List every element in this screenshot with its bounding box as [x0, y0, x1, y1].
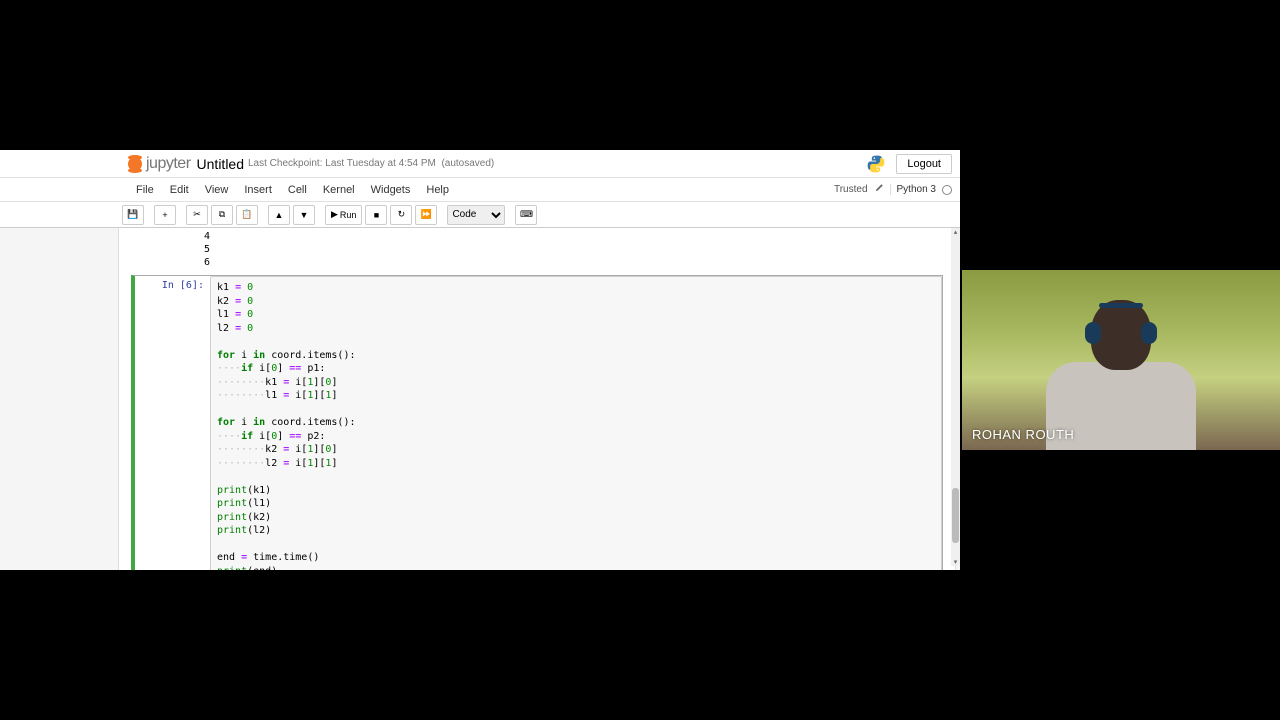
webcam-overlay: ROHAN ROUTH — [962, 270, 1280, 450]
plus-icon: + — [162, 210, 167, 220]
move-up-button[interactable]: ▲ — [268, 205, 290, 225]
arrow-down-icon: ▼ — [300, 210, 309, 220]
scissors-icon: ✂ — [193, 209, 201, 220]
kernel-status-icon — [942, 185, 952, 195]
menu-file[interactable]: File — [128, 182, 162, 198]
paste-icon: 📋 — [241, 209, 252, 220]
move-down-button[interactable]: ▼ — [293, 205, 315, 225]
header-bar: jupyter Untitled Last Checkpoint: Last T… — [0, 150, 960, 178]
stop-icon: ■ — [374, 210, 379, 220]
restart-run-all-button[interactable]: ⏩ — [415, 205, 437, 225]
cut-button[interactable]: ✂ — [186, 205, 208, 225]
menu-widgets[interactable]: Widgets — [363, 182, 419, 198]
code-cell[interactable]: In [6]: k1 = 0 k2 = 0 l1 = 0 l2 = 0 for … — [131, 275, 943, 570]
jupyter-logo-text: jupyter — [146, 155, 191, 173]
logout-button[interactable]: Logout — [896, 154, 952, 174]
copy-icon: ⧉ — [219, 209, 225, 220]
menu-cell[interactable]: Cell — [280, 182, 315, 198]
overlay-presenter-name: ROHAN ROUTH — [972, 427, 1074, 442]
command-palette-button[interactable]: ⌨ — [515, 205, 537, 225]
cell-prompt: In [6]: — [135, 276, 210, 570]
celltype-select[interactable]: Code — [447, 205, 505, 225]
arrow-up-icon: ▲ — [275, 210, 284, 220]
notebook-title[interactable]: Untitled — [197, 156, 244, 172]
restart-button[interactable]: ↻ — [390, 205, 412, 225]
checkpoint-text: Last Checkpoint: Last Tuesday at 4:54 PM… — [248, 158, 494, 169]
toolbar: 💾 + ✂ ⧉ 📋 ▲ ▼ ▶Run ■ ↻ ⏩ Code ⌨ — [0, 202, 960, 228]
stop-button[interactable]: ■ — [365, 205, 387, 225]
menu-edit[interactable]: Edit — [162, 182, 197, 198]
scrollbar-thumb[interactable] — [952, 488, 959, 543]
notebook-area[interactable]: 4 5 6 In [6]: k1 = 0 k2 = 0 l1 = 0 l2 = … — [118, 228, 956, 570]
restart-icon: ↻ — [398, 209, 406, 220]
fast-forward-icon: ⏩ — [421, 209, 432, 220]
previous-cell-output: 4 5 6 — [119, 228, 955, 271]
paste-button[interactable]: 📋 — [236, 205, 258, 225]
save-button[interactable]: 💾 — [122, 205, 144, 225]
add-cell-button[interactable]: + — [154, 205, 176, 225]
copy-button[interactable]: ⧉ — [211, 205, 233, 225]
python-logo-icon — [866, 154, 886, 174]
play-icon: ▶ — [331, 209, 338, 220]
menu-kernel[interactable]: Kernel — [315, 182, 363, 198]
run-button[interactable]: ▶Run — [325, 205, 362, 225]
jupyter-logo-icon — [128, 157, 142, 171]
menu-help[interactable]: Help — [418, 182, 457, 198]
keyboard-icon: ⌨ — [520, 209, 533, 220]
jupyter-window: jupyter Untitled Last Checkpoint: Last T… — [0, 150, 960, 570]
run-label: Run — [340, 210, 357, 220]
jupyter-logo[interactable]: jupyter — [128, 155, 191, 173]
menu-insert[interactable]: Insert — [236, 182, 280, 198]
scroll-down-icon[interactable]: ▾ — [952, 558, 959, 566]
kernel-name[interactable]: Python 3 — [890, 184, 936, 195]
vertical-scrollbar[interactable]: ▴ ▾ — [951, 228, 960, 566]
scroll-up-icon[interactable]: ▴ — [952, 228, 959, 236]
save-icon: 💾 — [127, 209, 138, 220]
menu-view[interactable]: View — [197, 182, 237, 198]
menu-bar: File Edit View Insert Cell Kernel Widget… — [0, 178, 960, 202]
code-input[interactable]: k1 = 0 k2 = 0 l1 = 0 l2 = 0 for i in coo… — [210, 276, 942, 570]
trusted-label[interactable]: Trusted — [834, 184, 868, 195]
pencil-icon[interactable] — [874, 183, 884, 196]
